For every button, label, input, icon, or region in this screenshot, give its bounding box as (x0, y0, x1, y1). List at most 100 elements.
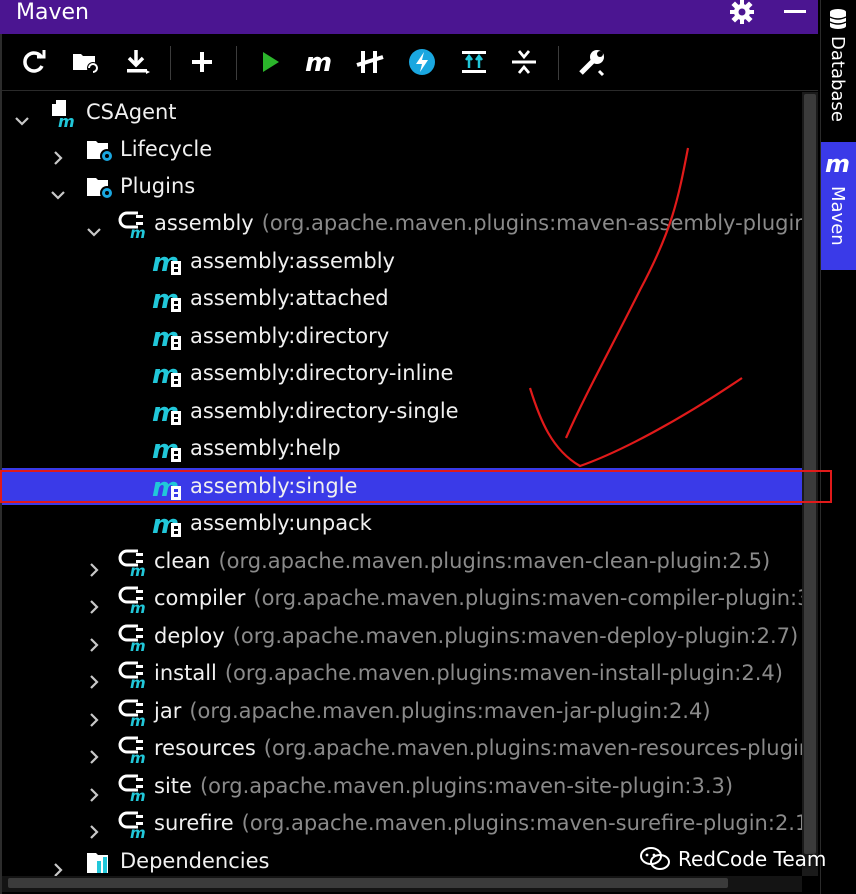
maven-goal-icon: m (152, 509, 182, 540)
toolbar-separator (236, 46, 237, 80)
plugin-coordinates: (org.apache.maven.plugins:maven-surefire… (241, 811, 802, 835)
chevron-right-icon[interactable] (86, 590, 102, 614)
svg-text:m: m (130, 637, 146, 652)
tree-node-label: assembly:assembly (190, 249, 395, 273)
svg-text:m: m (130, 712, 146, 727)
tree-node-plugins[interactable]: Plugins (2, 168, 802, 205)
show-dependencies-icon[interactable] (458, 46, 490, 78)
plugin-icon: m (118, 697, 148, 730)
svg-text:m: m (130, 674, 146, 689)
tree-node-plugin[interactable]: m surefire (org.apache.maven.plugins:mave… (2, 805, 802, 842)
horizontal-scrollbar[interactable] (2, 876, 802, 892)
chevron-down-icon[interactable] (14, 104, 30, 126)
tree-node-label: assembly:directory (190, 324, 390, 348)
reload-all-icon[interactable] (18, 46, 50, 78)
plugin-name: deploy (154, 624, 225, 648)
svg-text:m: m (130, 749, 146, 764)
plugin-name: clean (154, 549, 211, 573)
plugin-coordinates: (org.apache.maven.plugins:maven-site-plu… (199, 774, 734, 798)
maven-toolbar: m (2, 34, 818, 91)
chevron-right-icon[interactable] (86, 665, 102, 689)
maven-goal-icon: m (152, 397, 182, 428)
run-icon[interactable] (254, 46, 286, 78)
tree-node-plugin[interactable]: m clean (org.apache.maven.plugins:maven-c… (2, 543, 802, 580)
chevron-down-icon[interactable] (50, 178, 66, 200)
toggle-offline-icon[interactable] (354, 46, 386, 78)
dependencies-icon (86, 847, 116, 876)
plugin-coordinates: (org.apache.maven.plugins:maven-jar-plug… (189, 699, 711, 723)
plugin-icon: m (118, 734, 148, 767)
toolbar-separator (558, 46, 559, 80)
chevron-right-icon[interactable] (50, 853, 66, 876)
maven-goal-icon: m (152, 434, 182, 465)
svg-text:m: m (130, 787, 146, 802)
chevron-right-icon[interactable] (86, 628, 102, 652)
chevron-right-icon[interactable] (86, 815, 102, 839)
tree-node-plugin-assembly[interactable]: m assembly (org.apache.maven.plugins:mave… (2, 205, 802, 242)
svg-text:m: m (130, 824, 146, 839)
chevron-right-icon[interactable] (86, 740, 102, 764)
chevron-right-icon[interactable] (86, 553, 102, 577)
minimize-icon[interactable] (784, 10, 806, 13)
tree-node-label: Plugins (120, 174, 196, 198)
skip-tests-icon[interactable] (406, 46, 438, 78)
tree-node-plugin[interactable]: m jar (org.apache.maven.plugins:maven-jar… (2, 693, 802, 730)
chevron-down-icon[interactable] (86, 215, 102, 237)
tree-node-plugin[interactable]: m compiler (org.apache.maven.plugins:mave… (2, 580, 802, 617)
maven-goal-icon: m (152, 359, 182, 390)
tree-node-goal[interactable]: m assembly:assembly (2, 243, 802, 280)
gear-icon[interactable] (730, 0, 754, 24)
generate-sources-icon[interactable] (70, 46, 102, 78)
add-icon[interactable] (186, 46, 218, 78)
chevron-right-icon[interactable] (86, 778, 102, 802)
tree-node-label: assembly:directory-single (190, 399, 459, 423)
plugin-name: site (154, 774, 192, 798)
collapse-all-icon[interactable] (508, 46, 540, 78)
plugin-icon: m (118, 772, 148, 805)
tree-node-goal[interactable]: m assembly:directory-single (2, 393, 802, 430)
tree-node-label: Lifecycle (120, 137, 213, 161)
chevron-right-icon[interactable] (86, 703, 102, 727)
maven-icon: m (825, 150, 853, 181)
tree-node-goal[interactable]: m assembly:directory-inline (2, 355, 802, 392)
plugin-name: resources (154, 736, 256, 760)
settings-wrench-icon[interactable] (576, 46, 608, 78)
plugin-coordinates: (org.apache.maven.plugins:maven-clean-pl… (218, 549, 771, 573)
database-icon (829, 8, 847, 35)
plugin-coordinates: (org.apache.maven.plugins:maven-assembly… (261, 211, 802, 235)
maven-goal-icon: m (152, 247, 182, 278)
tree-node-label: CSAgent (86, 100, 177, 124)
tree-node-plugin[interactable]: m deploy (org.apache.maven.plugins:maven-… (2, 618, 802, 655)
tool-window-title: Maven (16, 0, 89, 25)
plugin-coordinates: (org.apache.maven.plugins:maven-compiler… (253, 586, 802, 610)
maven-goal-icon: m (152, 322, 182, 353)
download-icon[interactable] (122, 46, 154, 78)
tree-node-lifecycle[interactable]: Lifecycle (2, 131, 802, 168)
side-tab-database[interactable]: Database (821, 0, 856, 136)
plugin-icon: m (118, 622, 148, 655)
execute-goal-icon[interactable]: m (304, 46, 336, 78)
plugin-icon: m (118, 547, 148, 580)
plugin-coordinates: (org.apache.maven.plugins:maven-deploy-p… (232, 624, 799, 648)
plugin-icon: m (118, 584, 148, 617)
scrollbar-thumb[interactable] (8, 878, 728, 888)
svg-text:m: m (130, 562, 146, 577)
watermark-text: RedCode Team (678, 847, 827, 871)
tree-node-project[interactable]: m CSAgent (2, 94, 802, 131)
plugin-name: compiler (154, 586, 246, 610)
svg-text:m: m (825, 152, 850, 176)
tree-node-goal[interactable]: m assembly:directory (2, 318, 802, 355)
tree-node-goal[interactable]: m assembly:help (2, 430, 802, 467)
tree-node-plugin[interactable]: m site (org.apache.maven.plugins:maven-si… (2, 768, 802, 805)
plugin-name: jar (154, 699, 182, 723)
tree-node-plugin[interactable]: m resources (org.apache.maven.plugins:mav… (2, 730, 802, 767)
plugin-icon: m (118, 659, 148, 692)
chevron-right-icon[interactable] (50, 141, 66, 165)
plugin-coordinates: (org.apache.maven.plugins:maven-install-… (224, 661, 783, 685)
tree-node-goal[interactable]: m assembly:attached (2, 280, 802, 317)
svg-text:m: m (305, 50, 332, 74)
side-tab-maven[interactable]: m Maven (821, 142, 856, 270)
tree-node-plugin[interactable]: m install (org.apache.maven.plugins:maven… (2, 655, 802, 692)
tree-node-goal[interactable]: m assembly:unpack (2, 505, 802, 542)
svg-text:m: m (130, 224, 146, 239)
